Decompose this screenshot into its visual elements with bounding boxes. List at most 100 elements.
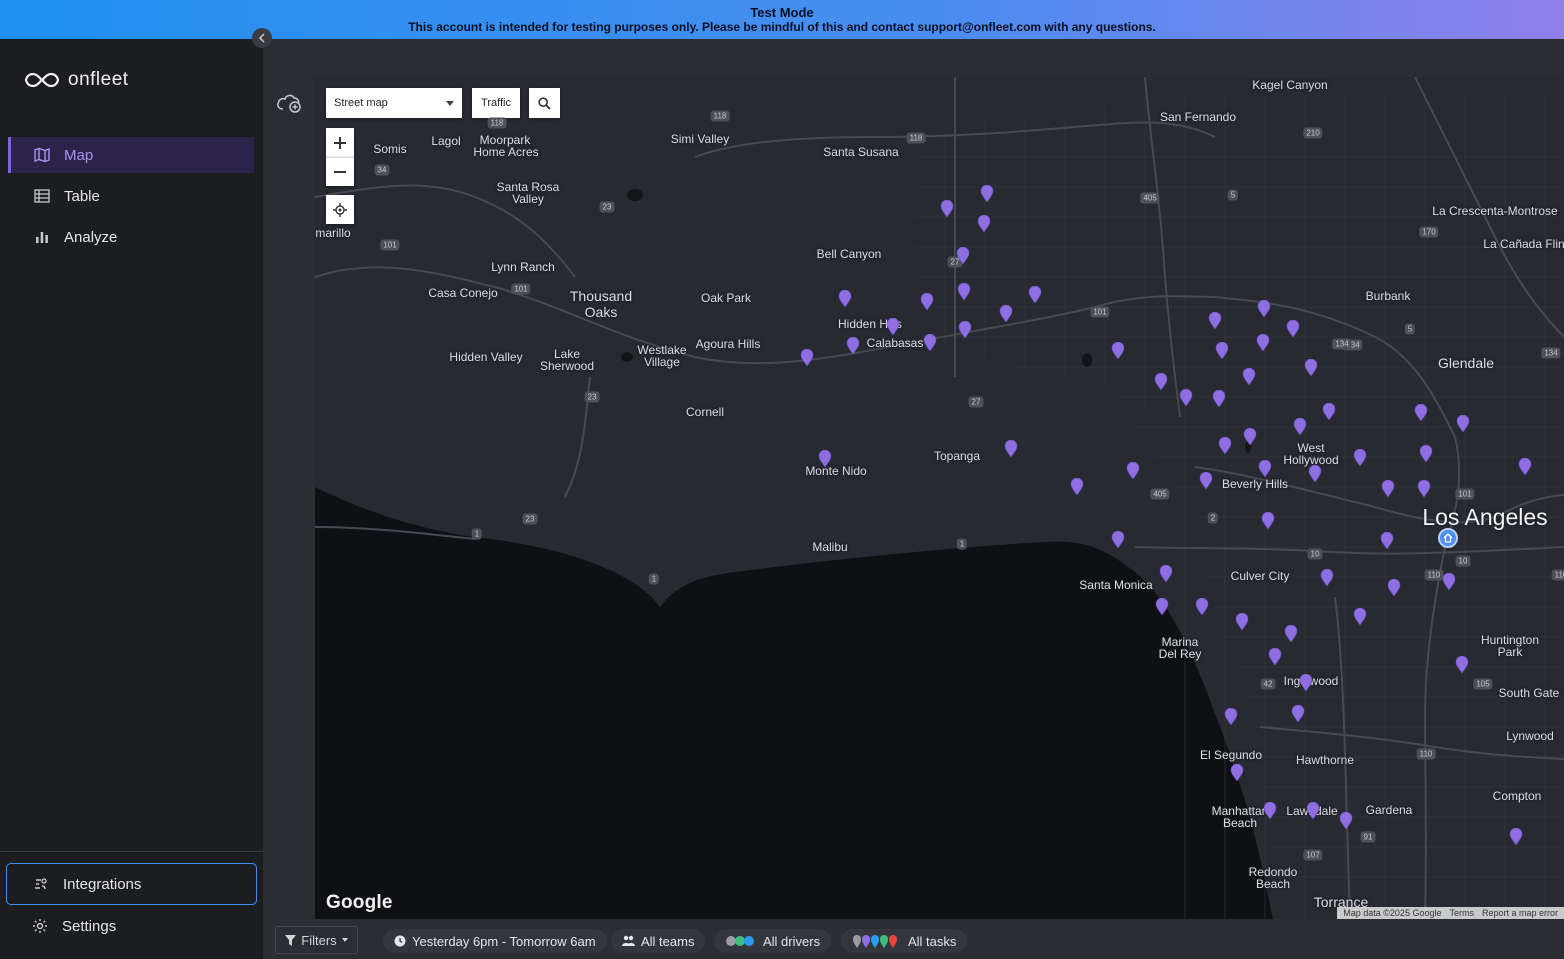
nav-item-analyze[interactable]: Analyze [8, 219, 254, 255]
task-pin[interactable] [1353, 607, 1367, 626]
task-pin[interactable] [957, 282, 971, 301]
task-pin[interactable] [1111, 530, 1125, 549]
task-pin[interactable] [1263, 801, 1277, 820]
task-pin[interactable] [1257, 299, 1271, 318]
place-label: Calabasas [866, 336, 924, 350]
task-pin[interactable] [846, 336, 860, 355]
task-pin[interactable] [1268, 647, 1282, 666]
task-pin[interactable] [1218, 436, 1232, 455]
tasks-chip[interactable]: All tasks [841, 929, 968, 953]
highway-shield: 118 [710, 110, 730, 122]
task-pin[interactable] [1261, 511, 1275, 530]
task-pin[interactable] [923, 333, 937, 352]
add-task-button[interactable] [275, 91, 303, 115]
task-pin[interactable] [818, 449, 832, 468]
brand-logo[interactable]: onfleet [24, 69, 129, 91]
nav-item-integrations[interactable]: Integrations [6, 863, 257, 905]
task-pin[interactable] [1299, 673, 1313, 692]
task-pin[interactable] [1339, 811, 1353, 830]
task-pin[interactable] [1414, 403, 1428, 422]
task-pin[interactable] [1212, 389, 1226, 408]
terms-link[interactable]: Terms [1449, 908, 1474, 918]
task-pin[interactable] [1111, 341, 1125, 360]
task-pin[interactable] [1004, 439, 1018, 458]
highway-shield: 210 [1303, 127, 1323, 139]
task-pin[interactable] [1155, 597, 1169, 616]
sidebar-collapse-button[interactable] [252, 28, 272, 48]
task-pin[interactable] [999, 304, 1013, 323]
task-pin[interactable] [1256, 333, 1270, 352]
task-pin[interactable] [1456, 414, 1470, 433]
task-pin[interactable] [886, 317, 900, 336]
task-pin[interactable] [800, 348, 814, 367]
map-view[interactable]: Street map Traffic Kagel Canyon San Fern… [315, 77, 1564, 919]
task-pin[interactable] [838, 289, 852, 308]
task-pin[interactable] [1179, 388, 1193, 407]
sidebar: onfleet Map Table Analyze Integrations S… [0, 39, 263, 959]
task-pin[interactable] [1195, 597, 1209, 616]
task-pin[interactable] [1306, 801, 1320, 820]
task-pin[interactable] [1159, 564, 1173, 583]
task-pin[interactable] [920, 292, 934, 311]
minus-icon [334, 171, 346, 173]
task-pin[interactable] [1028, 285, 1042, 304]
task-pin[interactable] [1070, 477, 1084, 496]
traffic-toggle-button[interactable]: Traffic [472, 88, 520, 118]
task-pin[interactable] [1230, 763, 1244, 782]
task-pin[interactable] [1509, 827, 1523, 846]
time-range-chip[interactable]: Yesterday 6pm - Tomorrow 6am [383, 929, 607, 953]
zoom-in-button[interactable] [326, 128, 354, 157]
task-pin[interactable] [1242, 367, 1256, 386]
task-status-pins-icon [853, 935, 897, 948]
nav-item-settings[interactable]: Settings [6, 905, 257, 947]
task-pin[interactable] [1353, 448, 1367, 467]
task-pin[interactable] [940, 199, 954, 218]
task-pin[interactable] [1235, 612, 1249, 631]
task-pin[interactable] [956, 246, 970, 265]
task-pin[interactable] [1243, 427, 1257, 446]
task-pin[interactable] [1380, 531, 1394, 550]
task-pin[interactable] [1291, 704, 1305, 723]
bar-chart-icon [36, 232, 48, 243]
task-pin[interactable] [1284, 624, 1298, 643]
task-pin[interactable] [1417, 479, 1431, 498]
task-pin[interactable] [1199, 471, 1213, 490]
recenter-button[interactable] [326, 195, 354, 224]
task-pin[interactable] [1320, 568, 1334, 587]
task-pin[interactable] [1381, 479, 1395, 498]
hub-marker[interactable] [1438, 528, 1458, 548]
task-pin[interactable] [1322, 402, 1336, 421]
task-pin[interactable] [1154, 372, 1168, 391]
task-pin[interactable] [1518, 457, 1532, 476]
task-pin[interactable] [1215, 341, 1229, 360]
task-pin[interactable] [958, 320, 972, 339]
task-pin[interactable] [1258, 459, 1272, 478]
nav-item-table[interactable]: Table [8, 178, 254, 214]
map-type-select[interactable]: Street map [326, 88, 462, 118]
report-error-link[interactable]: Report a map error [1482, 908, 1558, 918]
map-search-button[interactable] [529, 88, 560, 118]
task-pin[interactable] [1208, 311, 1222, 330]
task-pin[interactable] [1308, 464, 1322, 483]
task-pin[interactable] [1387, 578, 1401, 597]
filters-button[interactable]: Filters [275, 926, 358, 954]
nav-item-map[interactable]: Map [8, 137, 254, 173]
zoom-out-button[interactable] [326, 157, 354, 186]
drivers-chip[interactable]: All drivers [714, 929, 832, 953]
task-pin[interactable] [1304, 358, 1318, 377]
task-pin[interactable] [1442, 572, 1456, 591]
task-pin[interactable] [1126, 461, 1140, 480]
place-label: marillo [315, 226, 351, 240]
task-pin[interactable] [1286, 319, 1300, 338]
task-pin[interactable] [1293, 417, 1307, 436]
place-label: Casa Conejo [428, 286, 498, 300]
tasks-label: All tasks [908, 933, 957, 949]
task-pin[interactable] [1455, 655, 1469, 674]
highway-shield: 2 [1207, 512, 1219, 524]
task-pin[interactable] [980, 184, 994, 203]
task-pin[interactable] [1419, 444, 1433, 463]
task-pin[interactable] [1224, 707, 1238, 726]
task-pin[interactable] [977, 214, 991, 233]
teams-chip[interactable]: All teams [611, 929, 706, 953]
place-label: Santa Susana [823, 145, 899, 159]
